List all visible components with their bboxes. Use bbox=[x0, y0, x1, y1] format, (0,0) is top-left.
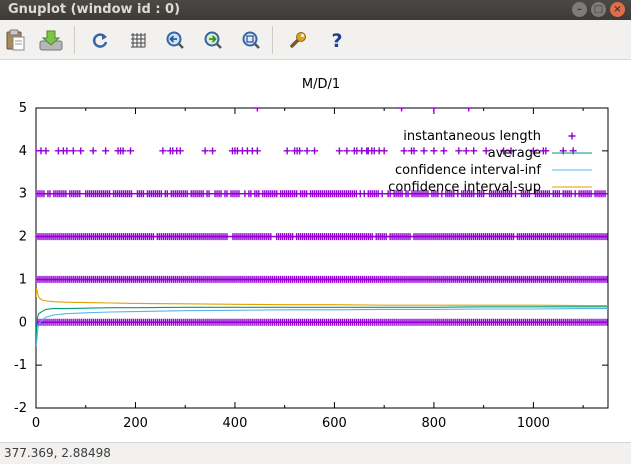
data-point bbox=[69, 147, 77, 155]
data-point bbox=[283, 147, 291, 155]
help-icon: ? bbox=[331, 30, 342, 50]
data-point bbox=[42, 147, 50, 155]
data-point bbox=[89, 147, 97, 155]
x-tick-label: 1000 bbox=[517, 416, 550, 431]
next-zoom-button[interactable] bbox=[200, 27, 226, 53]
data-point bbox=[102, 147, 110, 155]
data-point bbox=[400, 147, 408, 155]
plot-area[interactable]: M/D/1 -2 -1 0 1 2 3 4 5 0 200 400 600 800 1000 instan… bbox=[0, 60, 631, 442]
x-tick-label: 600 bbox=[322, 416, 347, 431]
legend-label: average bbox=[488, 146, 541, 161]
window-title: Gnuplot (window id : 0) bbox=[8, 2, 181, 17]
y-tick-label: 5 bbox=[19, 101, 27, 116]
data-point bbox=[201, 147, 209, 155]
minimize-button[interactable]: – bbox=[572, 2, 587, 17]
data-point bbox=[398, 108, 406, 112]
data-point bbox=[420, 147, 428, 155]
previous-zoom-button[interactable] bbox=[162, 27, 188, 53]
y-tick-label: 4 bbox=[19, 144, 27, 159]
close-button[interactable]: × bbox=[610, 2, 625, 17]
data-point bbox=[430, 147, 438, 155]
grid-icon bbox=[131, 33, 146, 48]
toggle-grid-button[interactable] bbox=[125, 27, 151, 53]
replot-button[interactable] bbox=[87, 27, 113, 53]
data-point bbox=[455, 147, 463, 155]
data-point bbox=[159, 147, 167, 155]
data-point bbox=[470, 147, 478, 155]
x-tick-label: 800 bbox=[421, 416, 446, 431]
toolbar: ? bbox=[0, 20, 631, 60]
autoscale-button[interactable] bbox=[238, 27, 264, 53]
y-tick-label: 1 bbox=[19, 272, 27, 287]
data-point bbox=[176, 147, 184, 155]
data-point bbox=[253, 108, 261, 112]
coordinate-readout: 377.369, 2.88498 bbox=[4, 446, 111, 460]
data-point bbox=[343, 147, 351, 155]
data-point bbox=[209, 147, 217, 155]
wrench-icon bbox=[290, 32, 306, 48]
series-confidence-interval-sup bbox=[36, 287, 608, 307]
copy-to-clipboard-button[interactable] bbox=[2, 27, 28, 53]
toolbar-separator bbox=[74, 26, 75, 54]
data-point bbox=[311, 147, 319, 155]
series-confidence-interval-inf bbox=[36, 308, 608, 346]
y-tick-label: -2 bbox=[14, 401, 27, 416]
x-tick-label: 200 bbox=[123, 416, 148, 431]
x-tick-label: 0 bbox=[32, 416, 40, 431]
maximize-button[interactable]: □ bbox=[591, 2, 606, 17]
data-point bbox=[430, 108, 438, 112]
data-point bbox=[127, 147, 135, 155]
autoscale-icon bbox=[242, 31, 260, 49]
svg-text:?: ? bbox=[331, 30, 342, 50]
data-point bbox=[63, 147, 71, 155]
data-point bbox=[380, 147, 388, 155]
data-point bbox=[378, 190, 386, 198]
data-point bbox=[462, 147, 470, 155]
window-controls: – □ × bbox=[572, 2, 625, 17]
data-point bbox=[440, 147, 448, 155]
y-tick-label: 0 bbox=[19, 315, 27, 330]
chart-title: M/D/1 bbox=[302, 77, 340, 92]
status-bar: 377.369, 2.88498 bbox=[0, 442, 631, 464]
data-point bbox=[465, 108, 473, 112]
clipboard-icon bbox=[6, 29, 25, 51]
export-button[interactable] bbox=[38, 27, 64, 53]
legend-label: instantaneous length bbox=[403, 129, 541, 144]
replot-icon bbox=[92, 33, 108, 48]
x-tick-label: 400 bbox=[223, 416, 248, 431]
y-tick-label: 2 bbox=[19, 230, 27, 245]
legend: instantaneous length average confidence in… bbox=[388, 129, 592, 195]
data-point bbox=[303, 147, 311, 155]
legend-label: confidence interval-sup bbox=[388, 180, 541, 195]
toolbar-separator bbox=[272, 26, 273, 54]
data-point bbox=[253, 147, 261, 155]
help-button[interactable]: ? bbox=[324, 27, 350, 53]
zoom-next-icon bbox=[204, 31, 222, 49]
legend-key bbox=[568, 132, 576, 140]
data-point bbox=[77, 147, 85, 155]
window-titlebar[interactable]: Gnuplot (window id : 0) – □ × bbox=[0, 0, 631, 20]
data-point bbox=[335, 147, 343, 155]
y-tick-label: 3 bbox=[19, 187, 27, 202]
export-icon bbox=[39, 30, 63, 51]
y-tick-label: -1 bbox=[14, 358, 27, 373]
settings-button[interactable] bbox=[285, 27, 311, 53]
zoom-previous-icon bbox=[166, 31, 184, 49]
legend-label: confidence interval-inf bbox=[395, 163, 541, 178]
chart[interactable]: M/D/1 -2 -1 0 1 2 3 4 5 0 200 400 600 800 1000 instan… bbox=[0, 60, 631, 442]
